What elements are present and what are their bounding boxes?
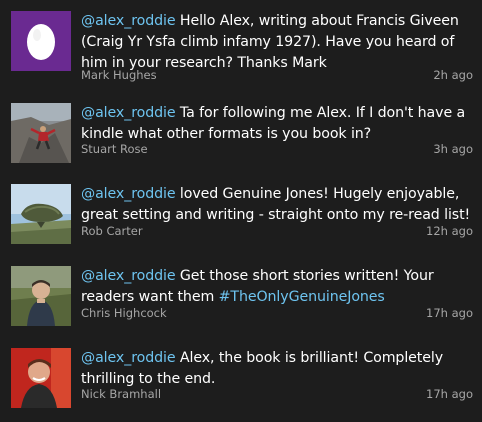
mention-link[interactable]: @alex_roddie	[81, 350, 176, 366]
person-outdoors-avatar-icon[interactable]	[11, 266, 71, 326]
tweet-item[interactable]: @alex_roddie Get those short stories wri…	[0, 266, 482, 340]
tweet-time: 3h ago	[433, 142, 473, 156]
tweet-author[interactable]: Nick Bramhall	[81, 387, 161, 401]
tweet-author[interactable]: Rob Carter	[81, 224, 143, 238]
tweet-text: @alex_roddie Ta for following me Alex. I…	[81, 103, 477, 145]
rock-climber-avatar-icon[interactable]	[11, 103, 71, 163]
mention-link[interactable]: @alex_roddie	[81, 13, 176, 29]
tweet-author[interactable]: Mark Hughes	[81, 68, 157, 82]
tweet-author[interactable]: Stuart Rose	[81, 142, 148, 156]
tweet-author[interactable]: Chris Highcock	[81, 306, 167, 320]
boulder-landscape-avatar-icon[interactable]	[11, 184, 71, 244]
default-egg-avatar-icon[interactable]	[11, 11, 71, 71]
mention-link[interactable]: @alex_roddie	[81, 268, 176, 284]
tweet-text: @alex_roddie Get those short stories wri…	[81, 266, 477, 308]
mention-link[interactable]: @alex_roddie	[81, 186, 176, 202]
mention-link[interactable]: @alex_roddie	[81, 105, 176, 121]
tweet-time: 12h ago	[426, 224, 473, 238]
mentions-feed: @alex_roddie Hello Alex, writing about F…	[0, 0, 482, 417]
tweet-item[interactable]: @alex_roddie Hello Alex, writing about F…	[0, 11, 482, 85]
tweet-item[interactable]: @alex_roddie Ta for following me Alex. I…	[0, 103, 482, 177]
person-red-background-avatar-icon[interactable]	[11, 348, 71, 408]
tweet-item[interactable]: @alex_roddie Alex, the book is brilliant…	[0, 348, 482, 422]
tweet-time: 2h ago	[433, 68, 473, 82]
tweet-text: @alex_roddie Alex, the book is brilliant…	[81, 348, 477, 390]
tweet-text: @alex_roddie loved Genuine Jones! Hugely…	[81, 184, 477, 226]
tweet-time: 17h ago	[426, 306, 473, 320]
tweet-item[interactable]: @alex_roddie loved Genuine Jones! Hugely…	[0, 184, 482, 258]
hashtag-link[interactable]: #TheOnlyGenuineJones	[219, 289, 385, 305]
tweet-time: 17h ago	[426, 387, 473, 401]
tweet-text: @alex_roddie Hello Alex, writing about F…	[81, 11, 477, 74]
